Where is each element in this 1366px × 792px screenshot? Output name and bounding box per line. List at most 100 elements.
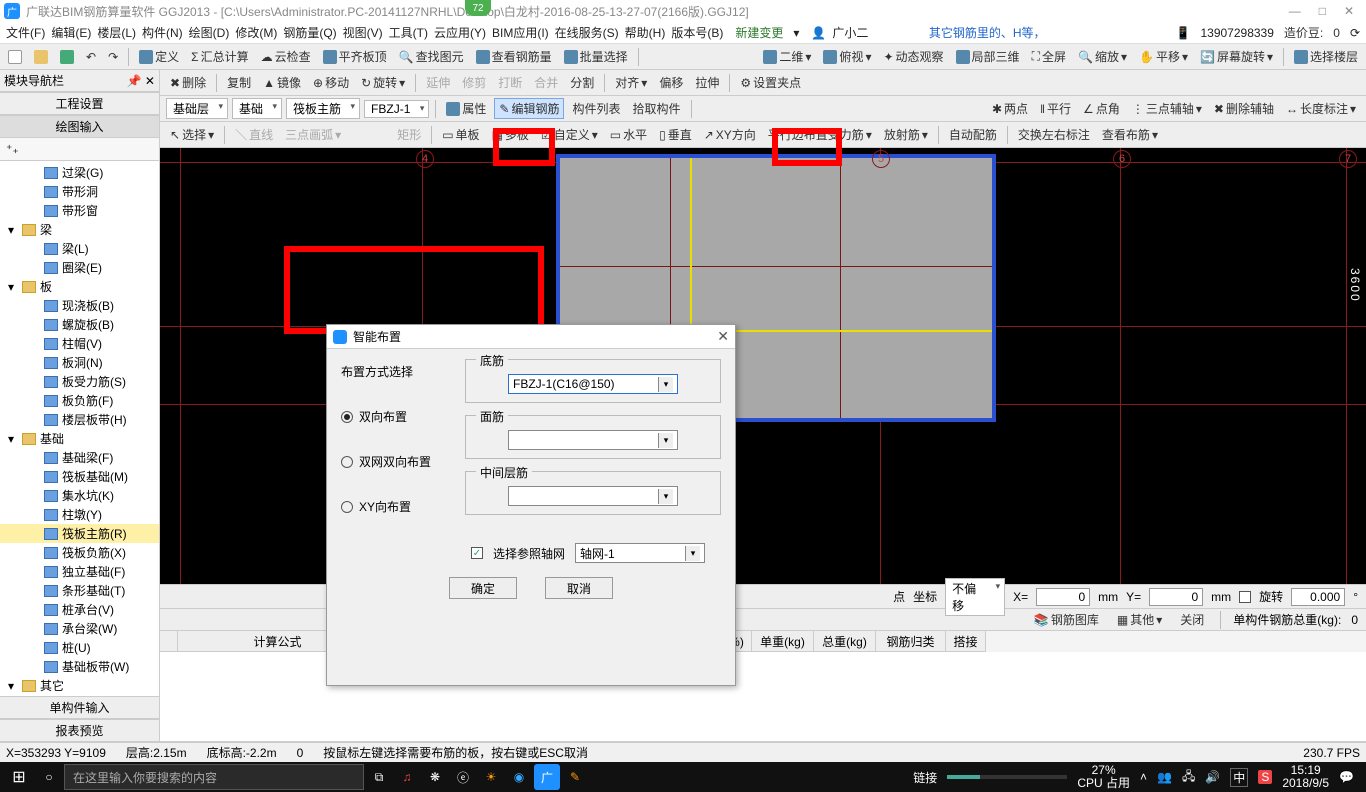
2d-button[interactable]: 二维 ▾ bbox=[759, 47, 815, 66]
undo-icon[interactable]: ↶ bbox=[82, 49, 100, 65]
screenrot-button[interactable]: 🔄 屏幕旋转 ▾ bbox=[1196, 47, 1277, 66]
tray-sogou-icon[interactable]: S bbox=[1258, 770, 1272, 784]
menu-modify[interactable]: 修改(M) bbox=[235, 24, 277, 41]
sidebar-single-input[interactable]: 单构件输入 bbox=[0, 696, 159, 719]
close-button[interactable]: ✕ bbox=[1344, 4, 1354, 18]
tree-item[interactable]: 桩(U) bbox=[0, 638, 159, 657]
start-button[interactable]: ⊞ bbox=[4, 762, 34, 792]
tree-item[interactable]: ▾其它 bbox=[0, 676, 159, 695]
viewsteel-button[interactable]: 查看钢筋量 bbox=[472, 47, 556, 66]
sumcalc-button[interactable]: Σ 汇总计算 bbox=[187, 47, 252, 66]
refresh-icon[interactable]: ⟳ bbox=[1350, 26, 1360, 40]
offset-button[interactable]: 偏移 bbox=[655, 73, 687, 92]
tree-item[interactable]: 现浇板(B) bbox=[0, 296, 159, 315]
delete-button[interactable]: ✖ 删除 bbox=[166, 73, 210, 92]
tree-item[interactable]: 带形洞 bbox=[0, 182, 159, 201]
tree-item[interactable]: 圈梁(E) bbox=[0, 258, 159, 277]
ok-button[interactable]: 确定 bbox=[449, 577, 517, 599]
tree-item[interactable]: 独立基础(F) bbox=[0, 562, 159, 581]
floor-select[interactable]: 基础层 bbox=[166, 98, 228, 119]
tree-item[interactable]: 筏板主筋(R) bbox=[0, 524, 159, 543]
rebarlib-button[interactable]: 📚 钢筋图库 bbox=[1030, 610, 1103, 629]
tree-item[interactable]: ▾板 bbox=[0, 277, 159, 296]
offset-select[interactable]: 不偏移 bbox=[945, 578, 1005, 616]
bottom-rebar-select[interactable]: FBZJ-1(C16@150)▾ bbox=[508, 374, 678, 394]
angle-input[interactable] bbox=[1291, 588, 1345, 606]
sidebar-settings[interactable]: 工程设置 bbox=[0, 92, 159, 115]
tree-item[interactable]: 梁(L) bbox=[0, 239, 159, 258]
menu-cloud[interactable]: 云应用(Y) bbox=[434, 24, 486, 41]
code-select[interactable]: FBZJ-1 bbox=[364, 100, 429, 118]
y-input[interactable] bbox=[1149, 588, 1203, 606]
subtype-select[interactable]: 筏板主筋 bbox=[286, 98, 360, 119]
menu-edit[interactable]: 编辑(E) bbox=[51, 24, 91, 41]
menu-version[interactable]: 版本号(B) bbox=[671, 24, 723, 41]
minimize-button[interactable]: — bbox=[1289, 4, 1301, 18]
menu-draw[interactable]: 绘图(D) bbox=[189, 24, 230, 41]
zoom-button[interactable]: 🔍 缩放 ▾ bbox=[1074, 47, 1131, 66]
new-icon[interactable] bbox=[4, 49, 26, 65]
redo-icon[interactable]: ↷ bbox=[104, 49, 122, 65]
mid-rebar-select[interactable]: ▾ bbox=[508, 486, 678, 506]
tray-link[interactable]: 链接 bbox=[913, 769, 937, 786]
define-button[interactable]: 定义 bbox=[135, 47, 183, 66]
viewlayout-button[interactable]: 查看布筋 ▾ bbox=[1098, 125, 1162, 144]
parallel-button[interactable]: ‖ 平行 bbox=[1036, 99, 1075, 118]
axis-ref-checkbox[interactable]: ✓ bbox=[471, 547, 483, 559]
x-input[interactable] bbox=[1036, 588, 1090, 606]
tree-item[interactable]: ▾梁 bbox=[0, 220, 159, 239]
menu-file[interactable]: 文件(F) bbox=[6, 24, 45, 41]
tree-item[interactable]: 柱帽(V) bbox=[0, 334, 159, 353]
pin-icon[interactable]: 📌 ✕ bbox=[127, 74, 155, 88]
tray-ime[interactable]: 中 bbox=[1230, 768, 1248, 787]
tree-item[interactable]: 过梁(G) bbox=[0, 163, 159, 182]
copy-button[interactable]: 复制 bbox=[223, 73, 255, 92]
horiz-button[interactable]: ▭ 水平 bbox=[606, 125, 651, 144]
rotate-checkbox[interactable] bbox=[1239, 591, 1251, 603]
attr-button[interactable]: 属性 bbox=[442, 99, 490, 118]
tree-item[interactable]: 基础板带(W) bbox=[0, 657, 159, 676]
single-board-button[interactable]: ▭ 单板 bbox=[438, 125, 483, 144]
xydir-button[interactable]: ↗ XY方向 bbox=[700, 125, 760, 144]
align-button[interactable]: 对齐 ▾ bbox=[611, 73, 651, 92]
rotate-button[interactable]: ↻ 旋转 ▾ bbox=[357, 73, 409, 92]
menu-rebar[interactable]: 钢筋量(Q) bbox=[283, 24, 336, 41]
dialog-close-button[interactable]: ✕ bbox=[717, 328, 729, 345]
tree-item[interactable]: 板洞(N) bbox=[0, 353, 159, 372]
radio-doublenet[interactable]: 双网双向布置 bbox=[341, 453, 451, 470]
flattop-button[interactable]: 平齐板顶 bbox=[319, 47, 391, 66]
tree-item[interactable]: 螺旋板(B) bbox=[0, 315, 159, 334]
radio-bidir[interactable]: 双向布置 bbox=[341, 408, 451, 425]
swapanno-button[interactable]: 交换左右标注 bbox=[1014, 125, 1094, 144]
tree-item[interactable]: 筏板负筋(X) bbox=[0, 543, 159, 562]
selfloor-button[interactable]: 选择楼层 bbox=[1290, 47, 1362, 66]
menu-view[interactable]: 视图(V) bbox=[343, 24, 383, 41]
tree-item[interactable]: 筏板基础(M) bbox=[0, 467, 159, 486]
local3d-button[interactable]: 局部三维 bbox=[952, 47, 1024, 66]
edgeforce-button[interactable]: 平行边布置受力筋 ▾ bbox=[764, 125, 876, 144]
coord-icon[interactable]: 坐标 bbox=[913, 588, 937, 605]
batchsel-button[interactable]: 批量选择 bbox=[560, 47, 632, 66]
radiate-button[interactable]: 放射筋 ▾ bbox=[880, 125, 932, 144]
editsteel-button[interactable]: ✎ 编辑钢筋 bbox=[494, 98, 564, 119]
delaux-button[interactable]: ✖ 删除辅轴 bbox=[1210, 99, 1278, 118]
split-button[interactable]: 分割 bbox=[566, 73, 598, 92]
tree-expand-icon[interactable]: ⁺₊ bbox=[6, 142, 19, 156]
top-rebar-select[interactable]: ▾ bbox=[508, 430, 678, 450]
notification-badge[interactable]: 72 bbox=[465, 0, 491, 16]
tree-item[interactable]: 集水坑(K) bbox=[0, 486, 159, 505]
tray-notif-icon[interactable]: 💬 bbox=[1339, 770, 1354, 784]
tree-item[interactable]: 带形窗 bbox=[0, 201, 159, 220]
tree-item[interactable]: 柱墩(Y) bbox=[0, 505, 159, 524]
fullscreen-button[interactable]: ⛶ 全屏 bbox=[1028, 47, 1070, 66]
move-button[interactable]: ⊕ 移动 bbox=[309, 73, 353, 92]
cancel-button[interactable]: 取消 bbox=[545, 577, 613, 599]
tree-item[interactable]: 板受力筋(S) bbox=[0, 372, 159, 391]
member-type-select[interactable]: 基础 bbox=[232, 98, 282, 119]
pan-button[interactable]: ✋ 平移 ▾ bbox=[1135, 47, 1192, 66]
twopoint-button[interactable]: ✱ 两点 bbox=[988, 99, 1032, 118]
tree-item[interactable]: 桩承台(V) bbox=[0, 600, 159, 619]
info-close-button[interactable]: 关闭 bbox=[1176, 610, 1208, 629]
pointangle-button[interactable]: ∠ 点角 bbox=[1079, 99, 1124, 118]
other-button[interactable]: ▦ 其他 ▾ bbox=[1113, 610, 1166, 629]
